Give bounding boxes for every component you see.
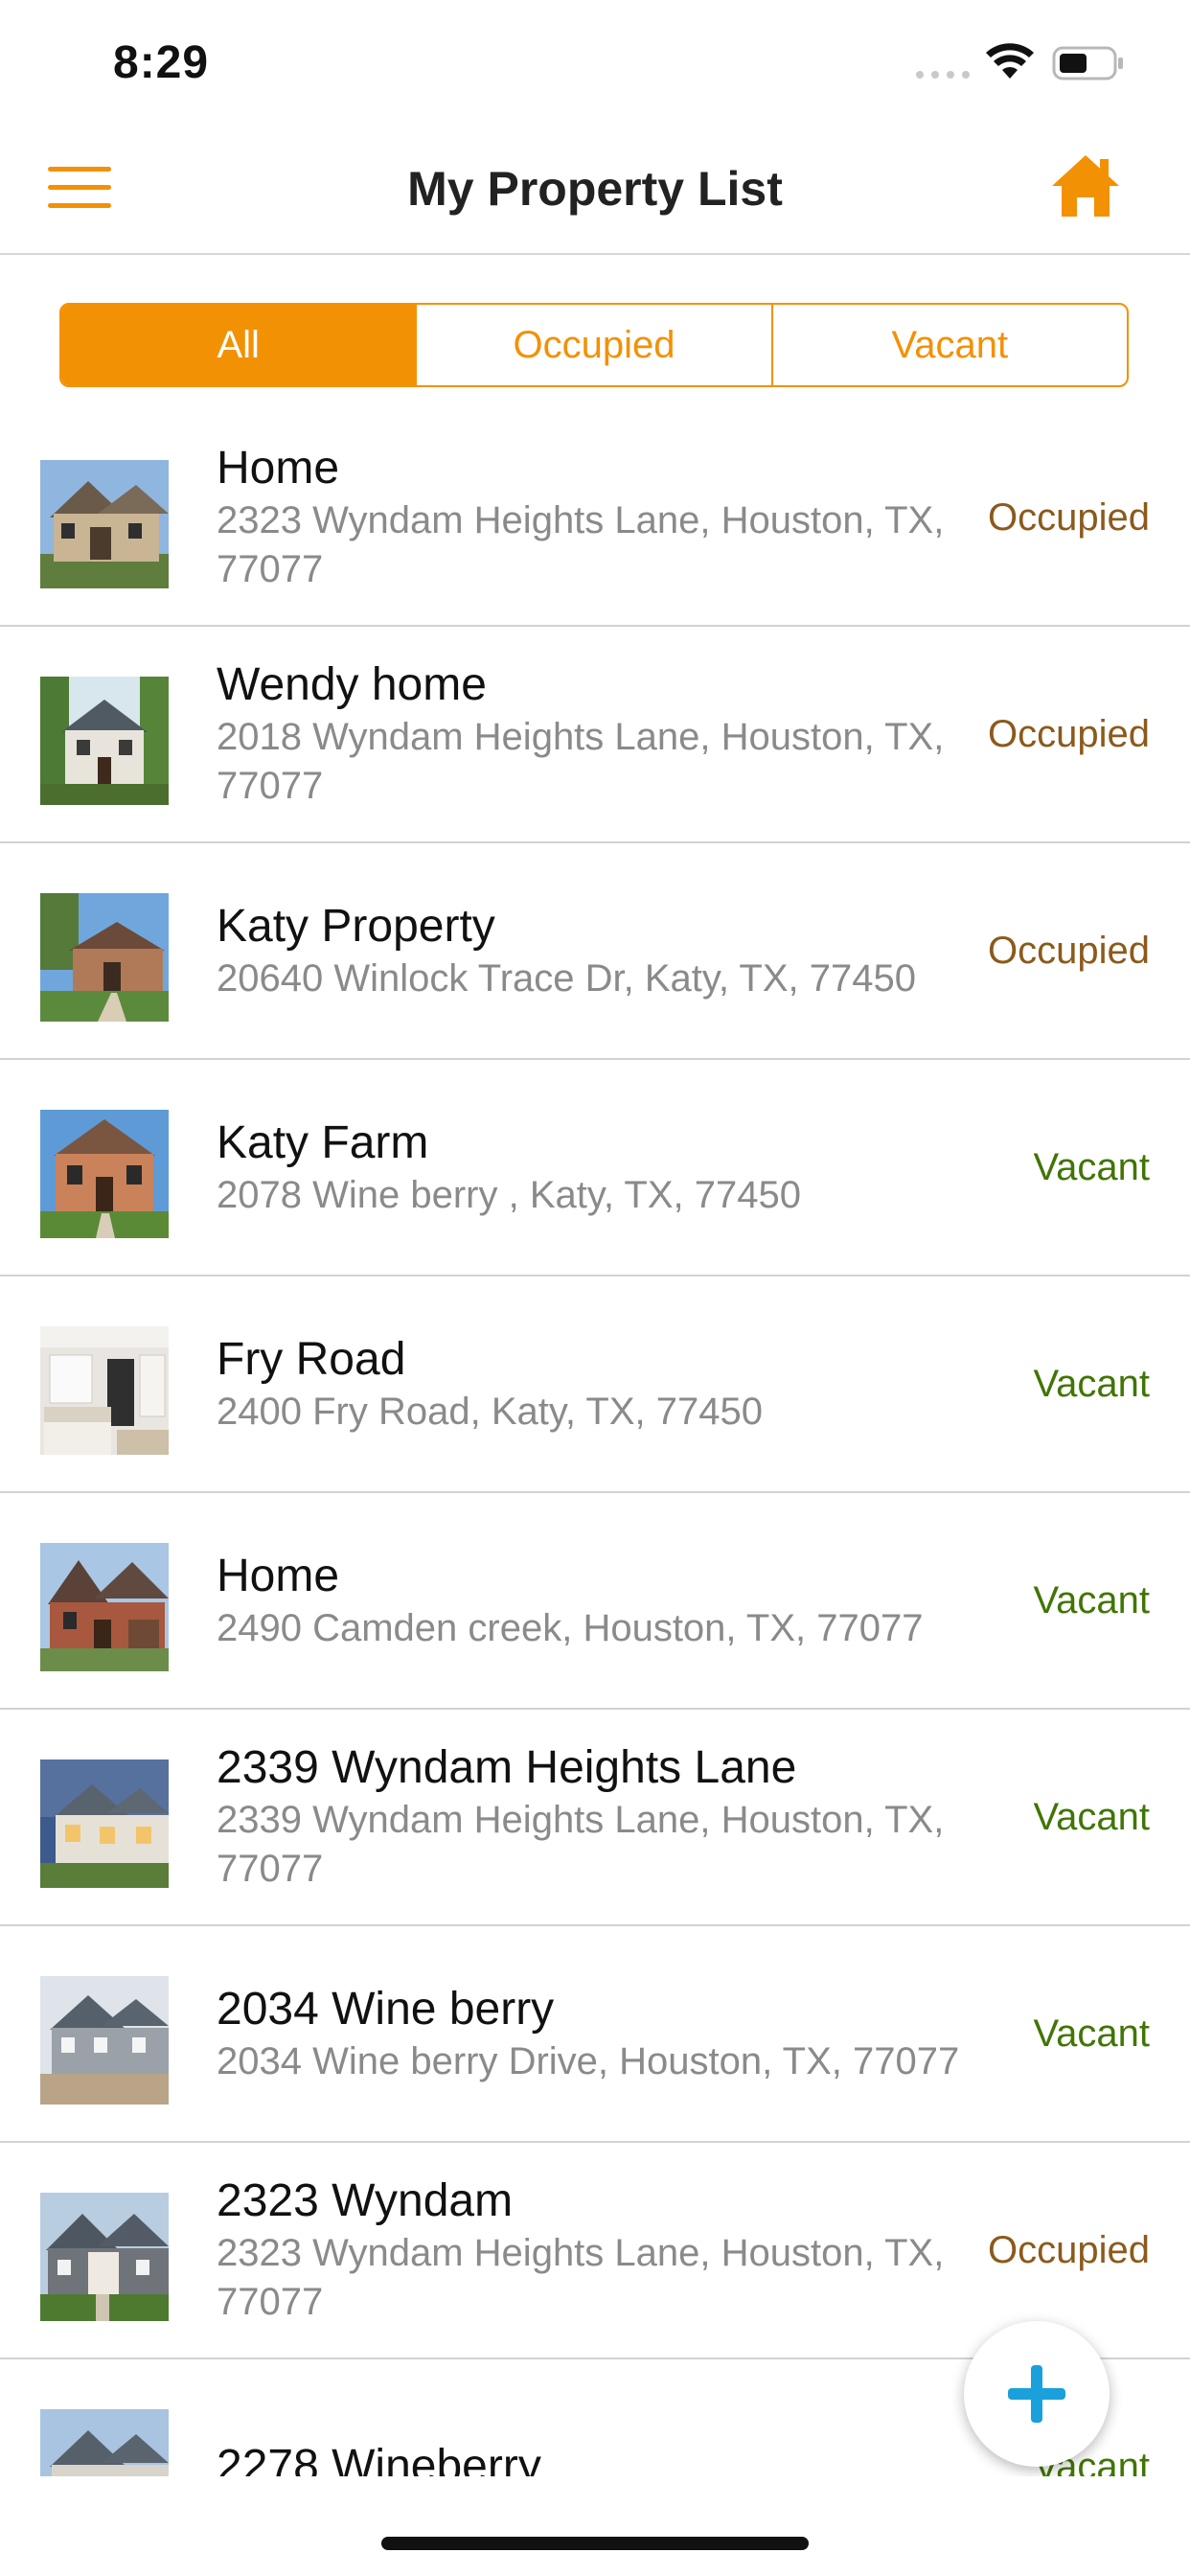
property-photo: [40, 2409, 169, 2476]
property-info: Fry Road 2400 Fry Road, Katy, TX, 77450: [217, 1276, 973, 1491]
status-bar: 8:29: [0, 0, 1190, 126]
status-badge: Vacant: [1033, 1362, 1150, 1405]
status-badge: Vacant: [1033, 1145, 1150, 1188]
property-row[interactable]: 2034 Wine berry 2034 Wine berry Drive, H…: [0, 1926, 1190, 2143]
status-badge: Occupied: [988, 712, 1150, 755]
property-name: Wendy home: [217, 659, 487, 710]
property-row[interactable]: Fry Road 2400 Fry Road, Katy, TX, 77450 …: [0, 1276, 1190, 1493]
property-row[interactable]: Home 2323 Wyndam Heights Lane, Houston, …: [0, 410, 1190, 627]
cellular-signal-icon: [916, 71, 970, 79]
plus-icon: [1031, 2365, 1042, 2423]
property-photo: [40, 1760, 169, 1888]
add-property-button[interactable]: [964, 2321, 1110, 2467]
wifi-icon: [986, 43, 1034, 79]
status-badge: Occupied: [988, 495, 1150, 539]
property-name: 2278 Wineberry: [217, 2441, 541, 2476]
property-info: Home 2490 Camden creek, Houston, TX, 770…: [217, 1493, 973, 1708]
tab-occupied[interactable]: Occupied: [415, 305, 770, 385]
navigation-bar: My Property List: [0, 126, 1190, 255]
property-name: Home: [217, 443, 340, 494]
property-name: 2034 Wine berry: [217, 1983, 555, 2035]
tab-all[interactable]: All: [61, 305, 416, 385]
status-badge: Vacant: [1033, 1795, 1150, 1838]
status-badge: Vacant: [1033, 2012, 1150, 2055]
property-address: 2323 Wyndam Heights Lane, Houston, TX, 7…: [217, 2232, 945, 2323]
property-row[interactable]: Wendy home 2018 Wyndam Heights Lane, Hou…: [0, 627, 1190, 843]
property-address: 20640 Winlock Trace Dr, Katy, TX, 77450: [217, 956, 916, 1000]
battery-icon: [1052, 46, 1123, 80]
filter-segmented-control: All Occupied Vacant: [59, 303, 1129, 387]
property-name: Katy Farm: [217, 1116, 429, 1168]
property-name: 2323 Wyndam: [217, 2175, 514, 2226]
property-info: 2278 Wineberry: [217, 2359, 973, 2476]
property-info: 2323 Wyndam 2323 Wyndam Heights Lane, Ho…: [217, 2143, 973, 2358]
status-badge: Vacant: [1033, 1578, 1150, 1622]
property-address: 2339 Wyndam Heights Lane, Houston, TX, 7…: [217, 1799, 945, 1890]
home-indicator[interactable]: [381, 2537, 809, 2550]
status-badge: Occupied: [988, 929, 1150, 972]
property-row[interactable]: Katy Property 20640 Winlock Trace Dr, Ka…: [0, 843, 1190, 1060]
property-name: Home: [217, 1550, 340, 1601]
property-name: Katy Property: [217, 900, 495, 952]
property-info: Katy Property 20640 Winlock Trace Dr, Ka…: [217, 843, 973, 1058]
status-time: 8:29: [113, 37, 210, 88]
property-address: 2078 Wine berry , Katy, TX, 77450: [217, 1173, 801, 1216]
property-photo: [40, 893, 169, 1022]
property-info: 2339 Wyndam Heights Lane 2339 Wyndam Hei…: [217, 1710, 973, 1924]
page-title: My Property List: [407, 162, 783, 216]
property-name: Fry Road: [217, 1333, 406, 1385]
property-photo: [40, 1326, 169, 1455]
property-photo: [40, 1976, 169, 2104]
property-info: Home 2323 Wyndam Heights Lane, Houston, …: [217, 410, 973, 625]
property-photo: [40, 2193, 169, 2321]
home-icon[interactable]: [1050, 150, 1121, 220]
property-photo: [40, 1110, 169, 1238]
property-address: 2018 Wyndam Heights Lane, Houston, TX, 7…: [217, 716, 945, 807]
property-row[interactable]: Katy Farm 2078 Wine berry , Katy, TX, 77…: [0, 1060, 1190, 1276]
property-info: Katy Farm 2078 Wine berry , Katy, TX, 77…: [217, 1060, 973, 1275]
property-photo: [40, 677, 169, 805]
property-address: 2490 Camden creek, Houston, TX, 77077: [217, 1606, 924, 1649]
property-photo: [40, 1543, 169, 1671]
tab-vacant[interactable]: Vacant: [770, 305, 1127, 385]
property-row[interactable]: 2339 Wyndam Heights Lane 2339 Wyndam Hei…: [0, 1710, 1190, 1926]
property-info: 2034 Wine berry 2034 Wine berry Drive, H…: [217, 1926, 973, 2141]
property-name: 2339 Wyndam Heights Lane: [217, 1742, 797, 1793]
bottom-safe-area: [0, 2476, 1190, 2576]
property-row[interactable]: Home 2490 Camden creek, Houston, TX, 770…: [0, 1493, 1190, 1710]
property-address: 2400 Fry Road, Katy, TX, 77450: [217, 1390, 763, 1433]
property-address: 2034 Wine berry Drive, Houston, TX, 7707…: [217, 2039, 960, 2082]
property-list: Home 2323 Wyndam Heights Lane, Houston, …: [0, 410, 1190, 2476]
property-photo: [40, 460, 169, 588]
property-info: Wendy home 2018 Wyndam Heights Lane, Hou…: [217, 627, 973, 841]
property-address: 2323 Wyndam Heights Lane, Houston, TX, 7…: [217, 499, 945, 590]
